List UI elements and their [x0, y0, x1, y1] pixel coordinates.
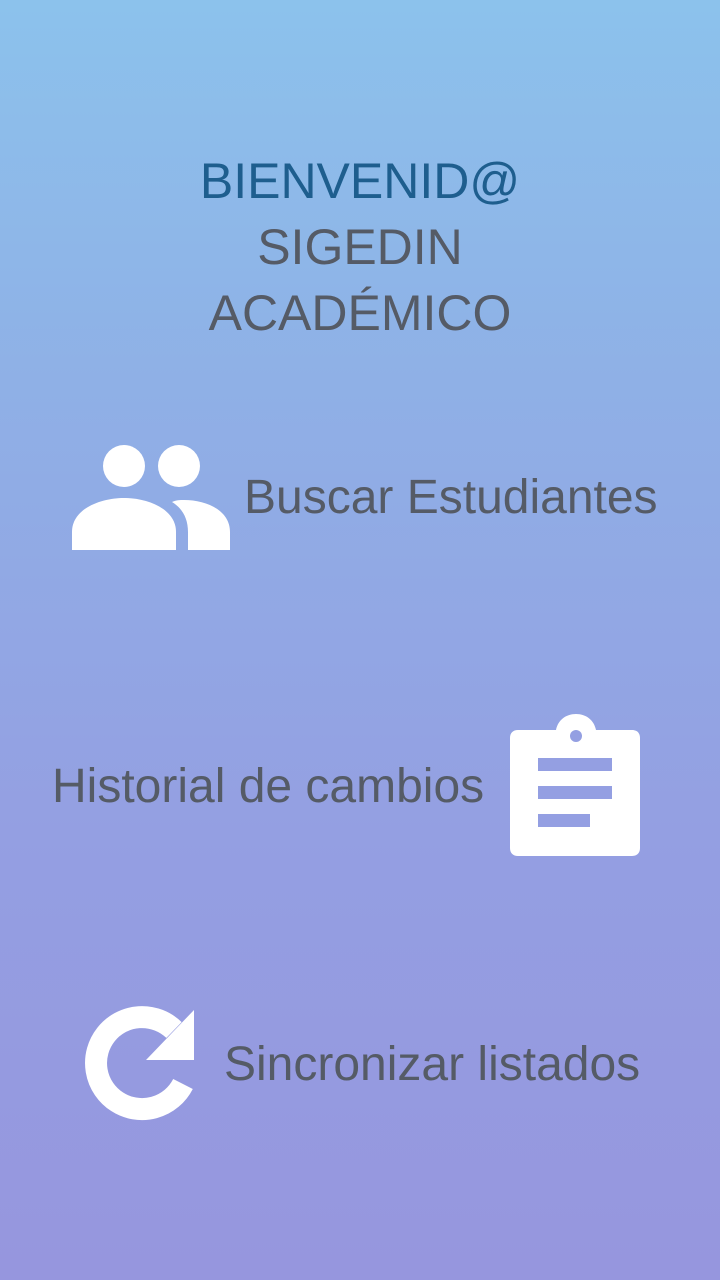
sync-lists-label: Sincronizar listados [224, 1037, 641, 1091]
app-subtitle: ACADÉMICO [208, 285, 512, 341]
change-history-button[interactable]: Historial de cambios [52, 714, 641, 858]
search-students-button[interactable]: Buscar Estudiantes [72, 444, 658, 550]
refresh-icon [78, 1004, 196, 1124]
sync-lists-button[interactable]: Sincronizar listados [78, 1004, 640, 1124]
welcome-title: BIENVENID@ [199, 153, 521, 209]
people-icon [72, 444, 230, 550]
clipboard-icon [510, 714, 641, 858]
welcome-header: BIENVENID@ SIGEDIN ACADÉMICO [0, 148, 720, 346]
app-name: SIGEDIN [257, 219, 463, 275]
change-history-label: Historial de cambios [52, 759, 485, 813]
search-students-label: Buscar Estudiantes [244, 470, 658, 524]
